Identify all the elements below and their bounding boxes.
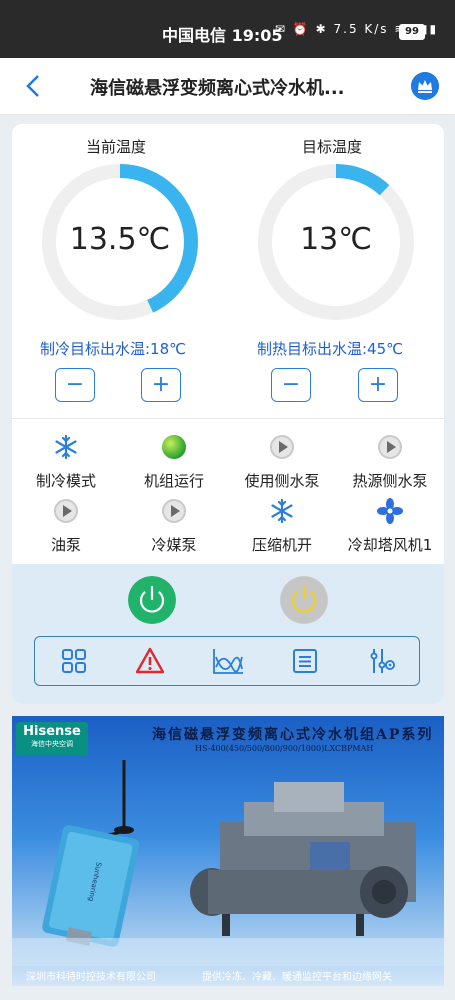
grid-icon[interactable] <box>60 647 88 675</box>
crown-icon[interactable] <box>411 72 439 100</box>
status-label: 使用侧水泵 <box>244 472 320 490</box>
status-compressor-on: 压缩机开 <box>232 498 332 555</box>
target-temp-label: 目标温度 <box>302 138 363 156</box>
footer-company: 深圳市科特时控技术有限公司 <box>26 972 156 983</box>
status-label: 机组运行 <box>143 472 204 490</box>
heating-setpoint: 制热目标出水温:45℃ <box>257 340 403 358</box>
play-circle-icon <box>162 499 186 523</box>
cooling-plus-button[interactable]: + <box>141 368 181 402</box>
play-circle-icon <box>378 435 402 459</box>
banner-title: 海信磁悬浮变频离心式冷水机组AP系列 <box>152 727 434 743</box>
chart-icon[interactable] <box>212 647 244 675</box>
heating-plus-button[interactable]: + <box>358 368 398 402</box>
status-unit-running: 机组运行 <box>124 434 224 491</box>
status-label: 压缩机开 <box>251 536 312 554</box>
power-off-button[interactable] <box>280 576 328 624</box>
chiller-product-image: Sunhearing <box>12 760 444 966</box>
snowflake-icon <box>271 498 293 524</box>
current-temp-value: 13.5℃ <box>69 222 171 257</box>
product-banner[interactable]: Hisense 海信中央空调 海信磁悬浮变频离心式冷水机组AP系列 HS-400… <box>12 716 444 986</box>
status-heat-source-pump: 热源侧水泵 <box>340 434 440 491</box>
divider <box>12 418 444 419</box>
current-temp-label: 当前温度 <box>86 138 147 156</box>
target-temp-value: 13℃ <box>300 222 372 257</box>
brand-name: Hisense <box>23 724 81 739</box>
status-user-side-pump: 使用侧水泵 <box>232 434 332 491</box>
system-status-bar: 中国电信 19:05 ✉ ⏰ ✱ 7.5 K/s ≋ ▮▮▮ 99 <box>0 0 455 58</box>
footer-services: 提供冷冻、冷藏、暖通监控平台和边缘网关 <box>202 972 392 983</box>
play-circle-icon <box>270 435 294 459</box>
snowflake-icon <box>55 434 77 460</box>
main-panel: 当前温度 13.5℃ 制冷目标出水温:18℃ − + 目标温度 13℃ 制热目标… <box>12 124 444 704</box>
status-label: 冷却塔风机1 <box>347 536 433 554</box>
status-label: 冷媒泵 <box>151 536 197 554</box>
cooling-setpoint: 制冷目标出水温:18℃ <box>40 340 186 358</box>
status-label: 制冷模式 <box>35 472 96 490</box>
list-icon[interactable] <box>291 647 319 675</box>
status-refrigerant-pump: 冷媒泵 <box>124 498 224 555</box>
carrier-time: 中国电信 19:05 <box>162 26 283 45</box>
settings-icon[interactable] <box>368 647 396 675</box>
fan-icon <box>377 498 403 524</box>
control-area <box>12 564 444 704</box>
battery-icon: 99 <box>399 24 425 40</box>
green-dot-icon <box>162 435 186 459</box>
power-on-button[interactable] <box>128 576 176 624</box>
function-toolbar <box>34 636 420 686</box>
alarm-icon[interactable] <box>136 647 164 675</box>
heating-minus-button[interactable]: − <box>271 368 311 402</box>
back-arrow-icon[interactable] <box>20 72 48 100</box>
brand-subtitle: 海信中央空调 <box>31 740 73 748</box>
status-cooling-tower-fan: 冷却塔风机1 <box>340 498 440 555</box>
net-speed: 7.5 K/s <box>333 22 389 36</box>
page-title: 海信磁悬浮变频离心式冷水机... <box>90 78 345 99</box>
banner-footer: 深圳市科特时控技术有限公司 提供冷冻、冷藏、暖通监控平台和边缘网关 <box>12 964 444 986</box>
hisense-logo: Hisense 海信中央空调 <box>16 722 88 756</box>
status-label: 油泵 <box>50 536 81 554</box>
play-circle-icon <box>54 499 78 523</box>
status-cooling-mode: 制冷模式 <box>16 434 116 491</box>
cooling-minus-button[interactable]: − <box>55 368 95 402</box>
app-header: 海信磁悬浮变频离心式冷水机... <box>0 58 455 115</box>
status-label: 热源侧水泵 <box>352 472 428 490</box>
status-oil-pump: 油泵 <box>16 498 116 555</box>
